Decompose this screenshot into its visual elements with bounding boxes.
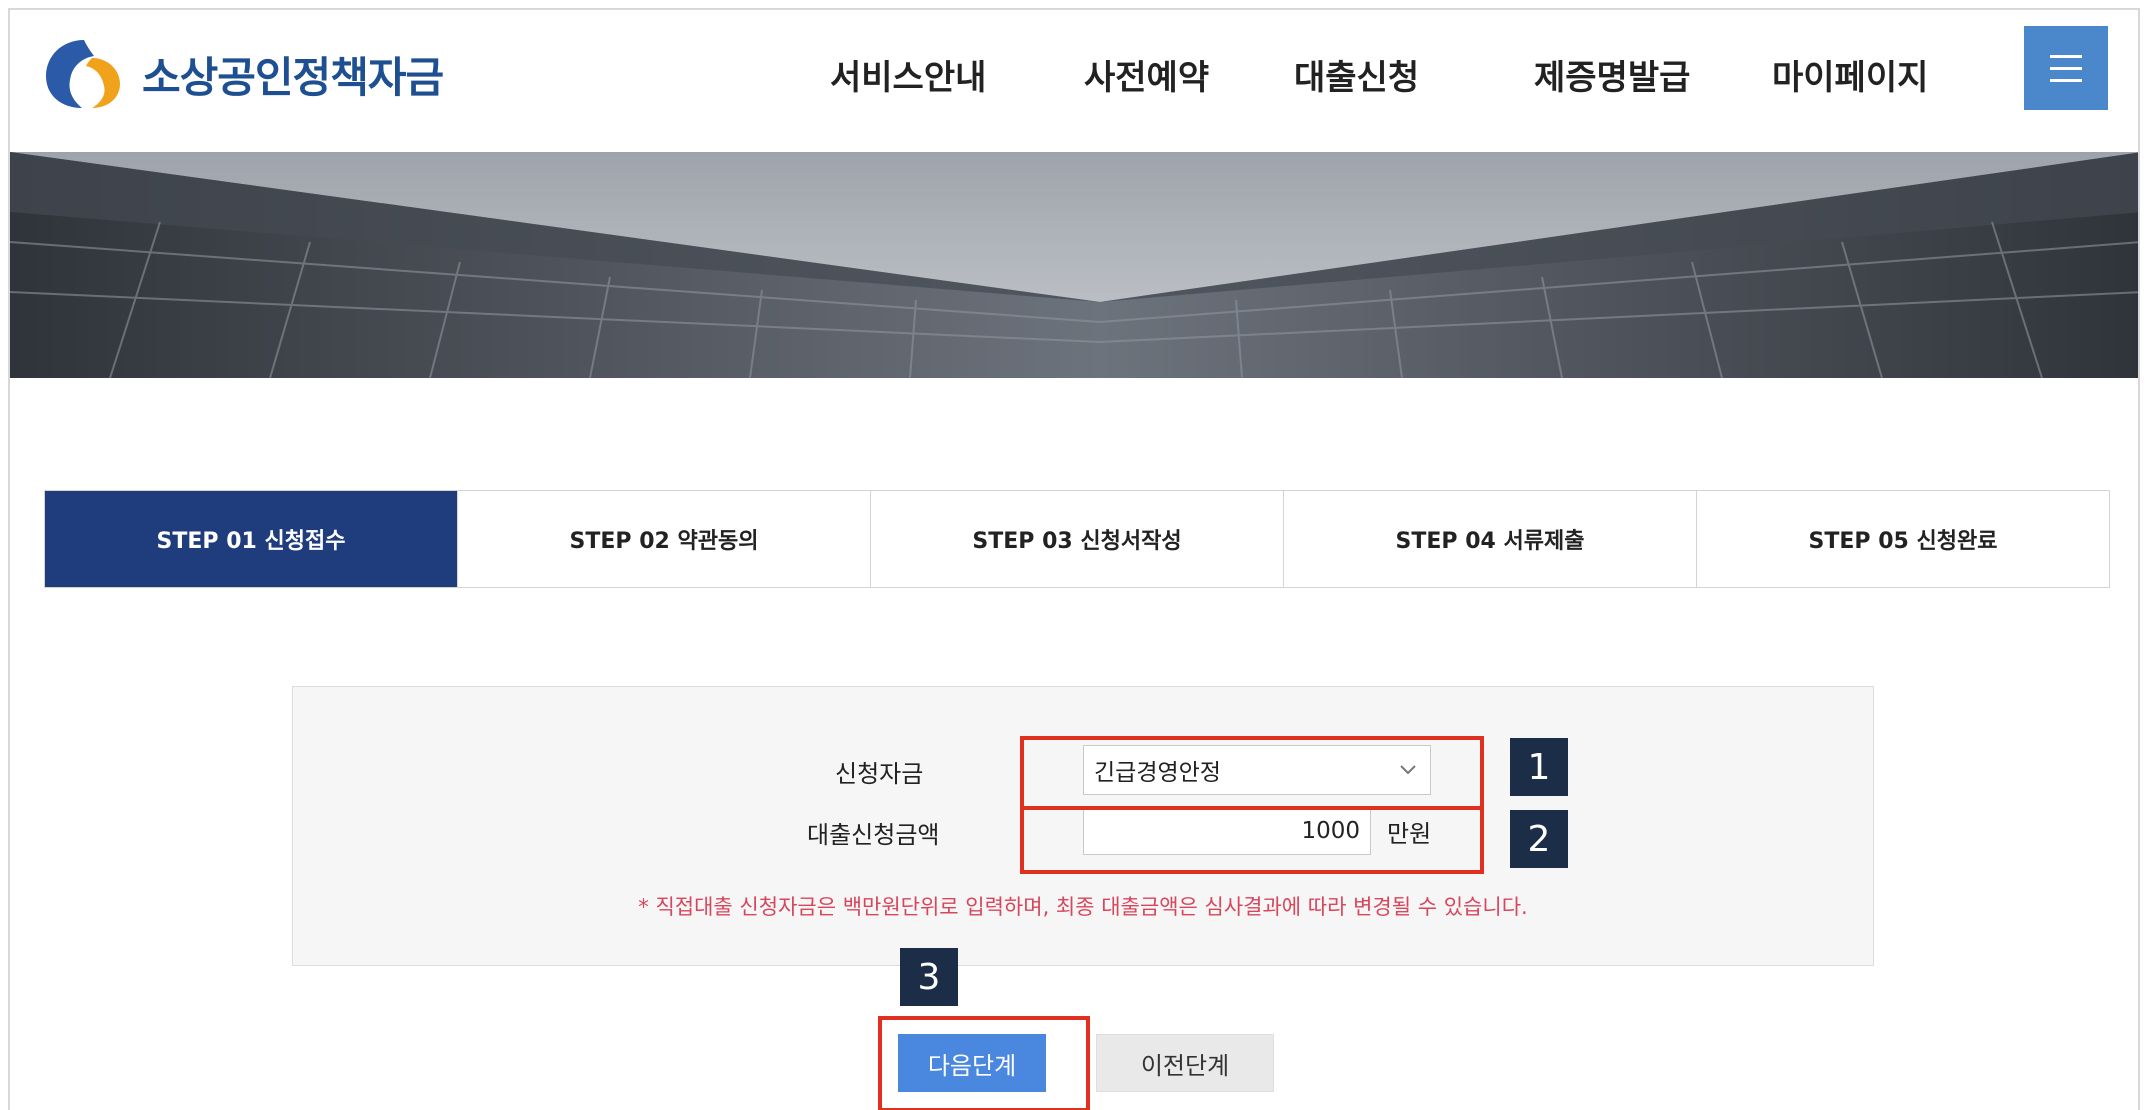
site-header: 소상공인정책자금 서비스안내 사전예약 대출신청 제증명발급 마이페이지 [10, 10, 2138, 152]
hero-banner [10, 152, 2138, 378]
nav-item-pre-reservation[interactable]: 사전예약 [1084, 50, 1209, 99]
fund-label: 신청자금 [835, 760, 924, 788]
nav-item-loan-application[interactable]: 대출신청 [1294, 50, 1419, 99]
step-marker-2: 2 [1510, 810, 1568, 868]
highlight-box-fund [1020, 736, 1484, 810]
step-02-terms: STEP 02 약관동의 [457, 491, 870, 587]
nav-item-service-guide[interactable]: 서비스안내 [830, 50, 986, 99]
step-05-complete: STEP 05 신청완료 [1696, 491, 2109, 587]
next-step-button[interactable]: 다음단계 [898, 1034, 1046, 1092]
application-steps: STEP 01 신청접수 STEP 02 약관동의 STEP 03 신청서작성 … [44, 490, 2110, 588]
nav-item-certificate[interactable]: 제증명발급 [1534, 50, 1690, 99]
step-marker-1: 1 [1510, 738, 1568, 796]
amount-notice: * 직접대출 신청자금은 백만원단위로 입력하며, 최종 대출금액은 심사결과에… [638, 895, 1528, 919]
step-04-documents: STEP 04 서류제출 [1283, 491, 1696, 587]
buildings-banner-image [10, 152, 2138, 378]
page-frame: 소상공인정책자금 서비스안내 사전예약 대출신청 제증명발급 마이페이지 STE… [8, 8, 2140, 1110]
nav-item-mypage[interactable]: 마이페이지 [1772, 50, 1928, 99]
step-01-receipt: STEP 01 신청접수 [45, 491, 457, 587]
step-03-application-form: STEP 03 신청서작성 [870, 491, 1283, 587]
hamburger-menu-button[interactable] [2024, 26, 2108, 110]
amount-label: 대출신청금액 [807, 821, 940, 849]
hamburger-icon [2050, 54, 2082, 58]
main-nav: 서비스안내 사전예약 대출신청 제증명발급 마이페이지 [10, 50, 2138, 100]
step-marker-3: 3 [900, 948, 958, 1006]
previous-step-button[interactable]: 이전단계 [1096, 1034, 1274, 1092]
highlight-box-amount [1020, 806, 1484, 874]
